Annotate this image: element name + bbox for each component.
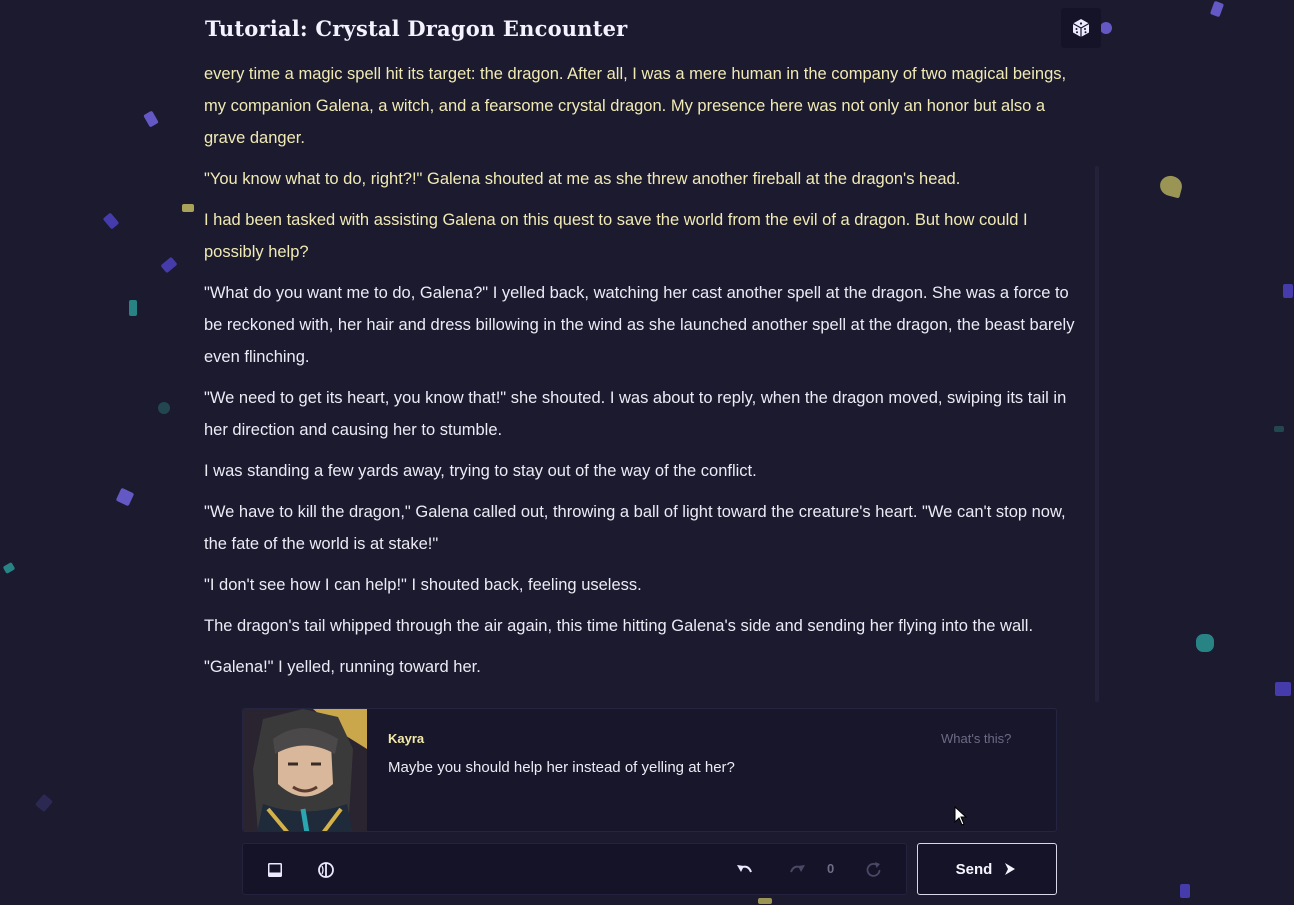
send-button[interactable]: Send	[917, 843, 1057, 895]
undo-counter: 0	[827, 861, 835, 876]
story-paragraph: "I don't see how I can help!" I shouted …	[204, 576, 642, 594]
confetti-piece	[143, 110, 159, 128]
confetti-piece	[1196, 634, 1214, 652]
confetti-piece	[1283, 284, 1293, 298]
story-scrollbar[interactable]	[1095, 166, 1099, 702]
undo-button[interactable]	[733, 858, 757, 882]
random-dice-button[interactable]	[1061, 8, 1101, 48]
story-text-area[interactable]: every time a magic spell hit its target:…	[204, 58, 1076, 688]
retry-button[interactable]	[862, 858, 886, 882]
story-paragraph: "You know what to do, right?!" Galena sh…	[204, 170, 961, 188]
story-paragraph: every time a magic spell hit its target:…	[204, 65, 1067, 147]
story-paragraph: "We have to kill the dragon," Galena cal…	[204, 503, 1066, 553]
undo-icon	[737, 865, 752, 873]
confetti-piece	[34, 793, 54, 813]
redo-icon	[790, 865, 805, 873]
story-paragraph: "We need to get its heart, you know that…	[204, 389, 1067, 439]
mouse-cursor-icon	[954, 806, 968, 826]
confetti-piece	[1275, 682, 1291, 696]
confetti-piece	[1209, 0, 1225, 18]
redo-button[interactable]	[785, 858, 809, 882]
input-toolbar: 0	[242, 843, 907, 895]
dice-icon	[1072, 19, 1090, 37]
story-paragraph: "What do you want me to do, Galena?" I y…	[204, 284, 1075, 366]
confetti-piece	[1157, 173, 1185, 199]
confetti-piece	[102, 212, 120, 230]
story-paragraph: "Galena!" I yelled, running toward her.	[204, 658, 481, 676]
app-root: Tutorial: Crystal Dragon Encounter every…	[0, 0, 1294, 905]
suggestion-author: Kayra	[388, 731, 425, 746]
retry-icon	[866, 862, 881, 877]
suggestion-card[interactable]: Kayra Maybe you should help her instead …	[242, 708, 1057, 832]
page-title: Tutorial: Crystal Dragon Encounter	[205, 16, 628, 41]
send-label: Send	[955, 860, 993, 878]
confetti-piece	[160, 256, 178, 274]
whats-this-link[interactable]: What's this?	[941, 731, 1011, 746]
story-paragraph: I had been tasked with assisting Galena …	[204, 211, 1028, 261]
panel-icon	[268, 863, 282, 877]
confetti-piece	[758, 898, 772, 904]
character-portrait	[243, 709, 367, 831]
story-paragraph: I was standing a few yards away, trying …	[204, 462, 757, 480]
toggle-input-button[interactable]	[263, 858, 287, 882]
confetti-piece	[182, 204, 194, 212]
confetti-piece	[115, 487, 135, 507]
confetti-piece	[2, 562, 16, 574]
theme-button[interactable]	[314, 858, 338, 882]
story-paragraph: The dragon's tail whipped through the ai…	[204, 617, 1034, 635]
confetti-piece	[158, 402, 170, 414]
confetti-piece	[1100, 22, 1112, 34]
theme-icon	[318, 862, 334, 878]
chevron-right-icon	[1005, 863, 1016, 875]
confetti-piece	[129, 300, 137, 316]
suggestion-text: Maybe you should help her instead of yel…	[388, 759, 735, 776]
confetti-piece	[1274, 426, 1284, 432]
confetti-piece	[1180, 884, 1190, 898]
